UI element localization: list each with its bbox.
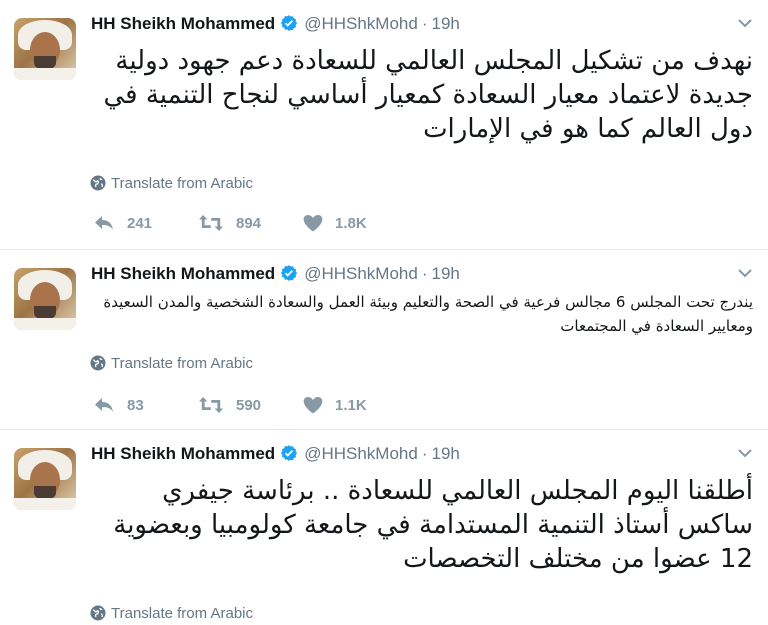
retweet-icon: [198, 215, 236, 232]
tweet-text: نهدف من تشكيل المجلس العالمي للسعادة دعم…: [103, 46, 753, 144]
avatar[interactable]: [14, 448, 76, 510]
author-handle[interactable]: @HHShkMohd: [304, 444, 418, 463]
tweet-timestamp[interactable]: 19h: [432, 264, 460, 283]
tweet-timestamp[interactable]: 19h: [432, 14, 460, 33]
like-button[interactable]: 1.1K: [303, 396, 367, 416]
retweet-count: 590: [236, 397, 262, 414]
like-icon: [303, 397, 335, 414]
globe-icon: [90, 175, 111, 192]
header-separator: ·: [421, 444, 428, 463]
avatar-robe: [14, 318, 76, 330]
tweet-text: أطلقنا اليوم المجلس العالمي للسعادة .. ب…: [113, 476, 753, 574]
avatar-robe: [14, 68, 76, 80]
tweet[interactable]: HH Sheikh Mohammed @HHShkMohd · 19h أطلقنا …: [0, 430, 768, 625]
reply-button[interactable]: 241: [93, 214, 152, 234]
reply-count: 241: [127, 215, 153, 232]
header-separator: ·: [421, 14, 428, 33]
avatar[interactable]: [14, 268, 76, 330]
translate-link[interactable]: Translate from Arabic: [90, 354, 253, 374]
retweet-count: 894: [236, 215, 262, 232]
author-handle[interactable]: @HHShkMohd: [304, 264, 418, 283]
author-name[interactable]: HH Sheikh Mohammed: [91, 14, 275, 33]
tweet-header: HH Sheikh Mohammed @HHShkMohd · 19h: [91, 262, 460, 286]
verified-badge-icon: [280, 14, 298, 39]
tweet[interactable]: HH Sheikh Mohammed @HHShkMohd · 19h نهدف من…: [0, 0, 768, 250]
translate-label: Translate from Arabic: [111, 355, 253, 372]
verified-badge-icon: [280, 264, 298, 289]
chevron-down-icon[interactable]: [736, 444, 754, 462]
like-icon: [303, 215, 335, 232]
avatar-robe: [14, 498, 76, 510]
tweet-header: HH Sheikh Mohammed @HHShkMohd · 19h: [91, 442, 460, 466]
translate-link[interactable]: Translate from Arabic: [90, 174, 253, 194]
chevron-down-icon[interactable]: [736, 264, 754, 282]
author-handle[interactable]: @HHShkMohd: [304, 14, 418, 33]
author-name[interactable]: HH Sheikh Mohammed: [91, 264, 275, 283]
translate-label: Translate from Arabic: [111, 175, 253, 192]
tweet[interactable]: HH Sheikh Mohammed @HHShkMohd · 19h يندرج ت…: [0, 250, 768, 430]
retweet-button[interactable]: 894: [198, 214, 261, 234]
like-button[interactable]: 1.8K: [303, 214, 367, 234]
like-count: 1.8K: [335, 215, 367, 232]
reply-icon: [93, 397, 127, 414]
globe-icon: [90, 355, 111, 372]
tweet-header: HH Sheikh Mohammed @HHShkMohd · 19h: [91, 12, 460, 36]
translate-label: Translate from Arabic: [111, 605, 253, 622]
translate-link[interactable]: Translate from Arabic: [90, 604, 253, 624]
globe-icon: [90, 605, 111, 622]
like-count: 1.1K: [335, 397, 367, 414]
retweet-icon: [198, 397, 236, 414]
reply-button[interactable]: 83: [93, 396, 144, 416]
reply-count: 83: [127, 397, 144, 414]
retweet-button[interactable]: 590: [198, 396, 261, 416]
tweet-timestamp[interactable]: 19h: [432, 444, 460, 463]
tweet-text: يندرج تحت المجلس 6 مجالس فرعية في الصحة …: [103, 293, 753, 335]
author-name[interactable]: HH Sheikh Mohammed: [91, 444, 275, 463]
header-separator: ·: [421, 264, 428, 283]
verified-badge-icon: [280, 444, 298, 469]
avatar[interactable]: [14, 18, 76, 80]
chevron-down-icon[interactable]: [736, 14, 754, 32]
reply-icon: [93, 215, 127, 232]
